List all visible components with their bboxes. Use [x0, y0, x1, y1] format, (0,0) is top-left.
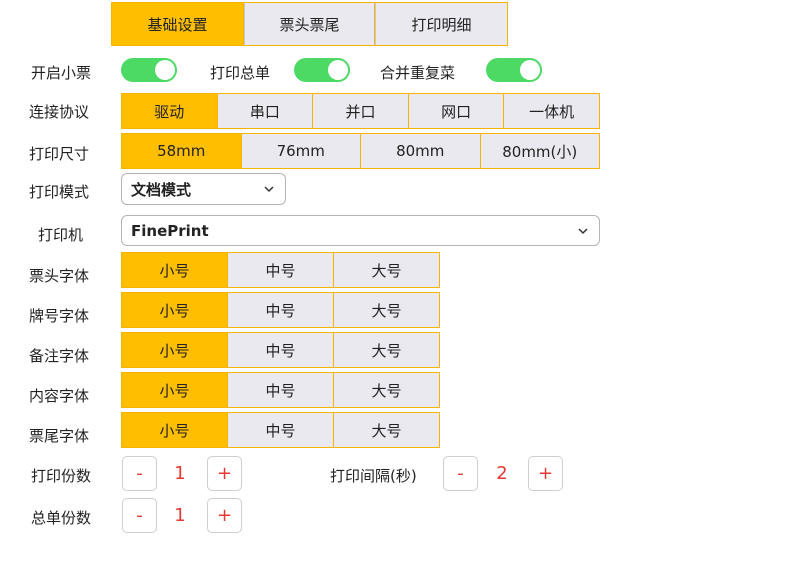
- open-ticket-label: 开启小票: [31, 64, 92, 82]
- protocol-option-parallel[interactable]: 并口: [313, 94, 408, 128]
- printer-value: FinePrint: [131, 221, 209, 240]
- tab-header-footer[interactable]: 票头票尾: [244, 2, 375, 46]
- paper-size-option-76mm[interactable]: 76mm: [241, 134, 360, 168]
- tab-basic-settings[interactable]: 基础设置: [111, 2, 244, 46]
- paper-size-option-80mm[interactable]: 80mm: [361, 134, 480, 168]
- print-summary-toggle[interactable]: [294, 58, 350, 82]
- protocol-option-driver[interactable]: 驱动: [122, 94, 217, 128]
- interval-decrement-button[interactable]: -: [443, 456, 478, 491]
- paper-size-option-58mm[interactable]: 58mm: [122, 134, 241, 168]
- font-option-small[interactable]: 小号: [122, 333, 227, 367]
- content-font-label: 内容字体: [29, 387, 90, 405]
- protocol-option-network[interactable]: 网口: [408, 94, 504, 128]
- print-mode-select[interactable]: 文档模式: [121, 173, 286, 205]
- number-font-segmented: 小号 中号 大号: [121, 292, 440, 328]
- paper-size-segmented: 58mm 76mm 80mm 80mm(小): [121, 133, 600, 169]
- font-option-medium[interactable]: 中号: [228, 333, 333, 367]
- font-option-small[interactable]: 小号: [122, 413, 227, 447]
- tab-print-details[interactable]: 打印明细: [375, 2, 508, 46]
- copies-label: 打印份数: [31, 467, 92, 485]
- header-font-segmented: 小号 中号 大号: [121, 252, 440, 288]
- toggle-knob: [155, 60, 175, 80]
- summary-copies-label: 总单份数: [31, 509, 92, 527]
- paper-size-label: 打印尺寸: [29, 145, 90, 163]
- font-option-small[interactable]: 小号: [122, 253, 227, 287]
- font-option-medium[interactable]: 中号: [228, 253, 333, 287]
- font-option-small[interactable]: 小号: [122, 293, 227, 327]
- printer-select[interactable]: FinePrint: [121, 215, 600, 246]
- summary-copies-increment-button[interactable]: +: [207, 498, 242, 533]
- font-option-large[interactable]: 大号: [334, 333, 439, 367]
- print-mode-value: 文档模式: [131, 180, 192, 199]
- interval-label: 打印间隔(秒): [330, 467, 417, 485]
- summary-copies-value: 1: [174, 505, 186, 526]
- remark-font-label: 备注字体: [29, 347, 90, 365]
- chevron-down-icon: [264, 186, 274, 193]
- merge-dishes-label: 合并重复菜: [380, 64, 456, 82]
- number-font-label: 牌号字体: [29, 307, 90, 325]
- footer-font-label: 票尾字体: [29, 427, 90, 445]
- protocol-label: 连接协议: [29, 103, 90, 121]
- print-mode-label: 打印模式: [29, 183, 90, 201]
- font-option-medium[interactable]: 中号: [228, 413, 333, 447]
- font-option-large[interactable]: 大号: [334, 253, 439, 287]
- copies-decrement-button[interactable]: -: [122, 456, 157, 491]
- content-font-segmented: 小号 中号 大号: [121, 372, 440, 408]
- protocol-segmented: 驱动 串口 并口 网口 一体机: [121, 93, 600, 129]
- copies-value: 1: [174, 463, 186, 484]
- tab-bar: 基础设置 票头票尾 打印明细: [111, 2, 508, 46]
- open-ticket-toggle[interactable]: [121, 58, 177, 82]
- print-summary-label: 打印总单: [210, 64, 271, 82]
- font-option-small[interactable]: 小号: [122, 373, 227, 407]
- summary-copies-decrement-button[interactable]: -: [122, 498, 157, 533]
- header-font-label: 票头字体: [29, 267, 90, 285]
- font-option-large[interactable]: 大号: [334, 373, 439, 407]
- merge-dishes-toggle[interactable]: [486, 58, 542, 82]
- font-option-large[interactable]: 大号: [334, 293, 439, 327]
- remark-font-segmented: 小号 中号 大号: [121, 332, 440, 368]
- font-option-medium[interactable]: 中号: [228, 373, 333, 407]
- protocol-option-serial[interactable]: 串口: [217, 94, 313, 128]
- footer-font-segmented: 小号 中号 大号: [121, 412, 440, 448]
- chevron-down-icon: [578, 227, 588, 234]
- printer-label: 打印机: [38, 226, 84, 244]
- protocol-option-integrated[interactable]: 一体机: [504, 94, 599, 128]
- paper-size-option-80mm-small[interactable]: 80mm(小): [480, 134, 599, 168]
- toggle-knob: [520, 60, 540, 80]
- interval-increment-button[interactable]: +: [528, 456, 563, 491]
- font-option-large[interactable]: 大号: [334, 413, 439, 447]
- font-option-medium[interactable]: 中号: [228, 293, 333, 327]
- copies-increment-button[interactable]: +: [207, 456, 242, 491]
- interval-value: 2: [496, 463, 508, 484]
- toggle-knob: [328, 60, 348, 80]
